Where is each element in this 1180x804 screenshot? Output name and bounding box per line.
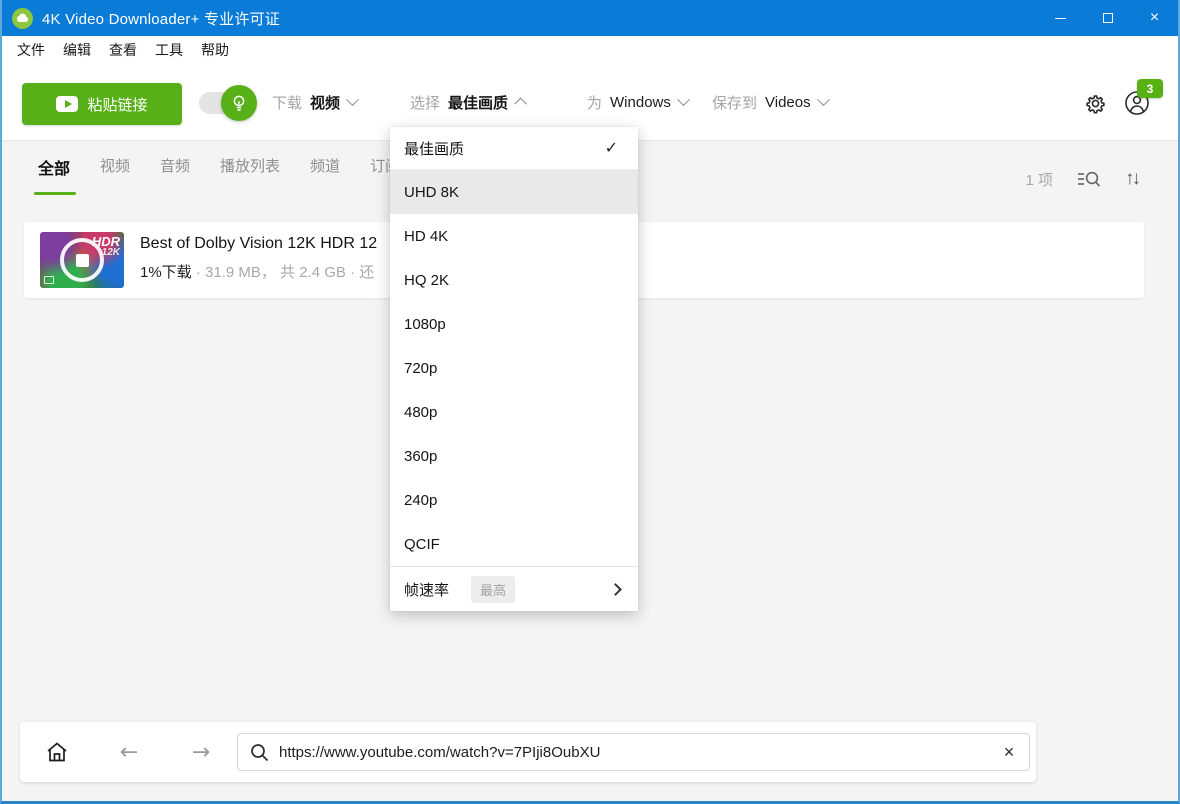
quality-option-480p[interactable]: 480p (390, 390, 638, 434)
settings-button[interactable] (1082, 90, 1108, 116)
video-thumbnail: HDR 12K (40, 232, 124, 288)
menu-view[interactable]: 查看 (100, 36, 146, 64)
chevron-down-icon (677, 93, 690, 106)
menu-tools[interactable]: 工具 (146, 36, 192, 64)
home-button[interactable] (34, 729, 80, 775)
paste-link-button[interactable]: 粘贴链接 (22, 83, 182, 125)
search-list-icon (1077, 168, 1101, 190)
close-icon: × (1150, 10, 1159, 26)
quality-option-qcif[interactable]: QCIF (390, 522, 638, 566)
minimize-button[interactable] (1037, 0, 1084, 36)
sort-button[interactable]: ↑↓ (1125, 168, 1138, 190)
url-field-container: × (237, 733, 1030, 771)
video-title: Best of Dolby Vision 12K HDR 12 (140, 235, 377, 253)
check-icon: ✓ (605, 138, 618, 158)
progress-text: 1%下载 (140, 264, 192, 281)
quality-option-hd4k[interactable]: HD 4K (390, 214, 638, 258)
for-label: 为 (587, 92, 602, 113)
search-icon (250, 743, 269, 762)
save-to-value: Videos (765, 94, 811, 111)
save-to-dropdown[interactable]: 保存到 Videos (712, 64, 828, 141)
active-tab-underline (34, 192, 76, 195)
chevron-up-icon (514, 98, 527, 111)
app-logo-icon (12, 8, 33, 29)
window-title: 4K Video Downloader+ 专业许可证 (42, 8, 280, 29)
tab-channels[interactable]: 频道 (310, 155, 340, 192)
quality-option-240p[interactable]: 240p (390, 478, 638, 522)
lightbulb-icon (231, 94, 247, 112)
framerate-label: 帧速率 (404, 579, 449, 600)
list-meta: 1 项 ↑↓ (1025, 168, 1138, 190)
notification-badge: 3 (1137, 79, 1163, 98)
forward-button[interactable]: → (178, 729, 224, 775)
quality-option-1080p[interactable]: 1080p (390, 302, 638, 346)
close-button[interactable]: × (1131, 0, 1178, 36)
paste-link-label: 粘贴链接 (87, 94, 147, 115)
search-list-button[interactable] (1077, 168, 1101, 190)
quality-option-uhd8k[interactable]: UHD 8K (390, 170, 638, 214)
framerate-badge: 最高 (471, 576, 515, 603)
clear-url-button[interactable]: × (989, 734, 1029, 770)
smart-mode-toggle[interactable] (199, 92, 253, 114)
download-label: 下载 (272, 92, 302, 113)
chevron-right-icon (609, 583, 622, 596)
download-type-dropdown[interactable]: 下载 视频 (272, 64, 357, 141)
quality-option-hq2k[interactable]: HQ 2K (390, 258, 638, 302)
maximize-button[interactable] (1084, 0, 1131, 36)
account-button[interactable]: 3 (1124, 90, 1150, 116)
item-count: 1 项 (1025, 169, 1053, 190)
tab-all[interactable]: 全部 (38, 155, 70, 195)
quality-header-label: 最佳画质 (404, 138, 464, 159)
thumbnail-logo (44, 276, 54, 284)
maximize-icon (1103, 13, 1113, 23)
quality-option-360p[interactable]: 360p (390, 434, 638, 478)
download-value: 视频 (310, 92, 340, 113)
stop-download-button[interactable] (76, 254, 89, 267)
for-value: Windows (610, 94, 671, 111)
menu-help[interactable]: 帮助 (192, 36, 238, 64)
back-arrow-icon: ← (120, 740, 138, 765)
menu-bar: 文件 编辑 查看 工具 帮助 (2, 36, 1178, 64)
app-window: 4K Video Downloader+ 专业许可证 × 文件 编辑 查看 工具… (0, 0, 1180, 804)
category-tabs: 全部 视频 音频 播放列表 频道 订阅 (38, 155, 400, 195)
quality-dropdown-menu: 最佳画质 ✓ UHD 8K HD 4K HQ 2K 1080p 720p 480… (390, 127, 638, 611)
tab-playlists[interactable]: 播放列表 (220, 155, 280, 192)
tab-audio[interactable]: 音频 (160, 155, 190, 192)
back-button[interactable]: ← (106, 729, 152, 775)
menu-file[interactable]: 文件 (8, 36, 54, 64)
framerate-submenu[interactable]: 帧速率 最高 (390, 566, 638, 611)
url-input[interactable] (279, 734, 989, 770)
select-value: 最佳画质 (448, 92, 508, 113)
gear-icon (1084, 92, 1107, 115)
chevron-down-icon (817, 93, 830, 106)
tab-label: 全部 (38, 161, 70, 178)
save-to-label: 保存到 (712, 92, 757, 113)
minimize-icon (1055, 18, 1066, 19)
clear-icon: × (1004, 742, 1015, 762)
tab-video[interactable]: 视频 (100, 155, 130, 192)
chevron-down-icon (346, 93, 359, 106)
menu-edit[interactable]: 编辑 (54, 36, 100, 64)
select-label: 选择 (410, 92, 440, 113)
toggle-knob (221, 85, 257, 121)
window-controls: × (1037, 0, 1178, 36)
quality-option-best[interactable]: 最佳画质 ✓ (390, 127, 638, 170)
size-text: · 31.9 MB， 共 2.4 GB · 还 (192, 264, 375, 281)
browser-bar: ← → × 转到 (20, 722, 1036, 782)
download-status: 1%下载 · 31.9 MB， 共 2.4 GB · 还 (140, 261, 374, 282)
title-bar: 4K Video Downloader+ 专业许可证 × (2, 0, 1178, 36)
download-progress-ring (60, 238, 104, 282)
play-icon (56, 96, 78, 112)
quality-option-720p[interactable]: 720p (390, 346, 638, 390)
forward-arrow-icon: → (192, 740, 210, 765)
home-icon (45, 740, 69, 764)
